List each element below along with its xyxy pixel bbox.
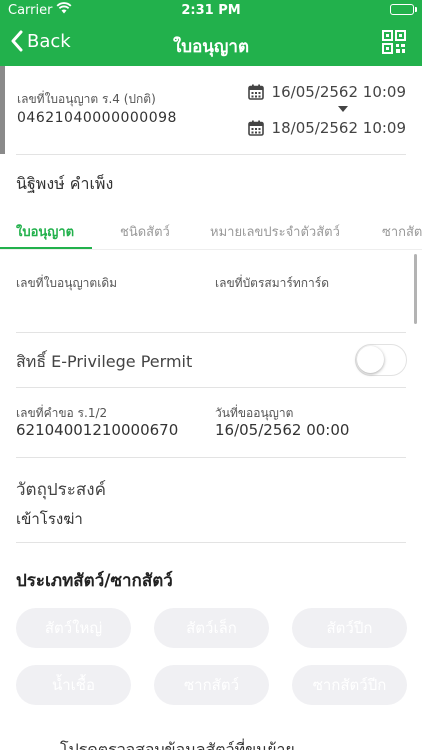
calendar-icon bbox=[247, 84, 264, 100]
chip-poultry[interactable]: สัตว์ปีก bbox=[292, 608, 407, 648]
chip-large-animal[interactable]: สัตว์ใหญ่ bbox=[16, 608, 131, 648]
app-header: Carrier 2:31 PM Back ใบอนุญาต bbox=[0, 0, 422, 66]
end-date-value: 18/05/2562 10:09 bbox=[271, 119, 406, 137]
request-date-value: 16/05/2562 00:00 bbox=[215, 421, 350, 439]
permit-summary: เลขที่ใบอนุญาต ร.4 (ปกติ) 04621040000000… bbox=[0, 66, 422, 154]
animal-type-section-title: ประเภทสัตว์/ซากสัตว์ bbox=[16, 571, 173, 591]
scrollbar[interactable] bbox=[414, 254, 417, 324]
purpose-value: เข้าโรงฆ่า bbox=[16, 510, 83, 528]
request-number-value: 62104001210000670 bbox=[16, 421, 179, 439]
original-permit-label: เลขที่ใบอนุญาตเดิม bbox=[16, 276, 118, 290]
toggle-knob bbox=[357, 346, 384, 373]
permit-start-date: 16/05/2562 10:09 bbox=[247, 83, 406, 101]
chip-carcass[interactable]: ซากสัตว์ bbox=[154, 665, 269, 705]
smart-card-label: เลขที่บัตรสมาร์ทการ์ด bbox=[215, 276, 329, 290]
owner-name: นิฐิพงษ์ คำเพ็ง bbox=[16, 174, 114, 193]
permit-end-date: 18/05/2562 10:09 bbox=[247, 119, 406, 137]
status-bar: Carrier 2:31 PM bbox=[0, 0, 422, 22]
tab-animal-type[interactable]: ชนิดสัตว์ bbox=[120, 221, 170, 242]
clock: 2:31 PM bbox=[181, 3, 241, 18]
eprivilege-label: สิทธิ์ E-Privilege Permit bbox=[16, 352, 193, 371]
eprivilege-toggle[interactable] bbox=[355, 344, 407, 376]
page-title: ใบอนุญาต bbox=[173, 37, 249, 57]
chip-small-animal[interactable]: สัตว์เล็ก bbox=[154, 608, 269, 648]
chip-semen[interactable]: น้ำเชื้อ bbox=[16, 665, 131, 705]
permit-number-label: เลขที่ใบอนุญาต ร.4 (ปกติ) bbox=[17, 92, 156, 106]
tab-permit[interactable]: ใบอนุญาต bbox=[16, 221, 74, 242]
footer-text: โปรดตรวจสอบข้อมูลสัตว์ที่ขนย้าย bbox=[60, 740, 295, 750]
divider bbox=[16, 457, 406, 458]
card-accent-bar bbox=[0, 66, 5, 154]
navigation-bar: Back ใบอนุญาต bbox=[0, 22, 422, 66]
battery-icon bbox=[390, 4, 417, 15]
purpose-label: วัตถุประสงค์ bbox=[16, 480, 106, 500]
tab-carcass[interactable]: ซากสัตว์ bbox=[382, 221, 422, 242]
active-tab-indicator bbox=[0, 247, 92, 249]
divider bbox=[16, 154, 406, 155]
tab-animal-id[interactable]: หมายเลขประจำตัวสัตว์ bbox=[210, 221, 340, 242]
divider bbox=[16, 542, 406, 543]
start-date-value: 16/05/2562 10:09 bbox=[271, 83, 406, 101]
chip-poultry-carcass[interactable]: ซากสัตว์ปีก bbox=[292, 665, 407, 705]
divider bbox=[16, 387, 406, 388]
qr-code-button[interactable] bbox=[382, 30, 406, 58]
tab-bar: ใบอนุญาต ชนิดสัตว์ หมายเลขประจำตัวสัตว์ … bbox=[0, 210, 422, 250]
permit-number: 04621040000000098 bbox=[17, 110, 177, 126]
divider bbox=[16, 332, 406, 333]
calendar-icon bbox=[247, 120, 264, 136]
qr-code-icon bbox=[382, 30, 406, 54]
arrow-down-icon bbox=[338, 106, 348, 112]
